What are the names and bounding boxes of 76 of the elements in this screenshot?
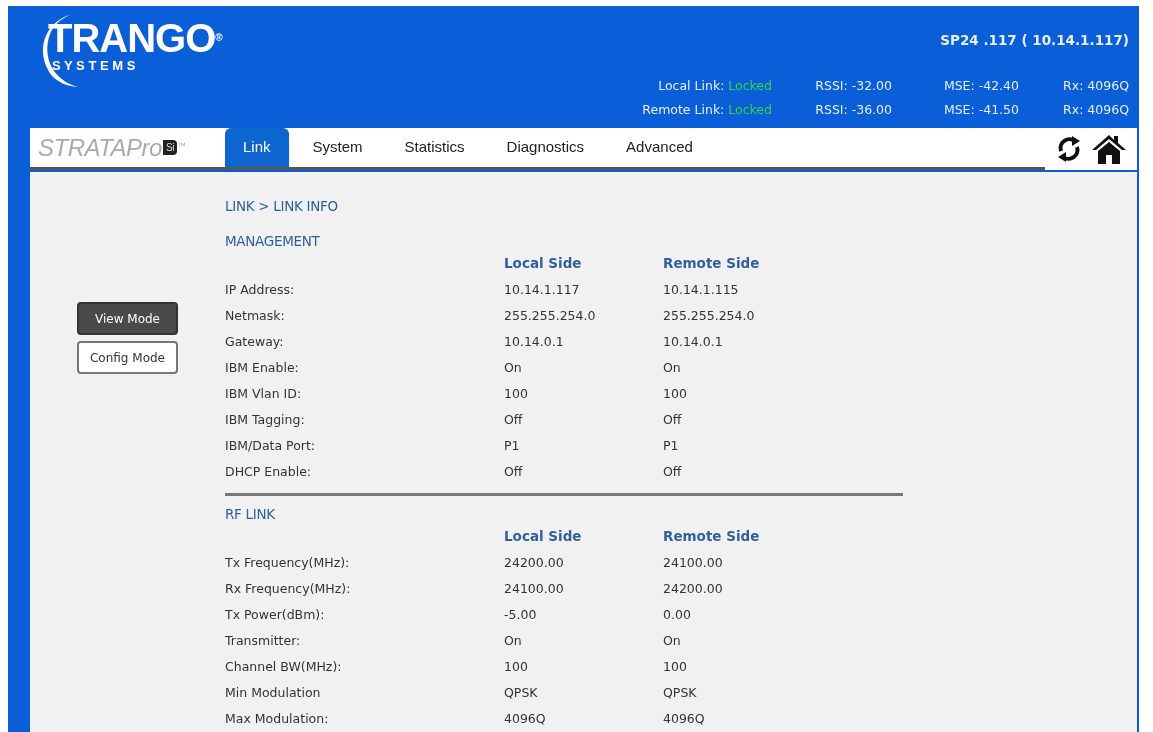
field-value: P1: [663, 437, 679, 453]
rssi-reading: RSSI: -36.00: [815, 102, 892, 118]
device-title: SP24 .117 ( 10.14.1.117): [940, 31, 1129, 50]
mode-button[interactable]: Config Mode: [77, 341, 178, 375]
field-value: QPSK: [663, 685, 697, 700]
link-status: Locked: [728, 102, 772, 118]
field-label: IBM Vlan ID:: [225, 385, 302, 401]
field-value: 10.14.1.117: [504, 281, 580, 297]
field-label: Netmask:: [225, 307, 285, 323]
nav-tab[interactable]: Link: [225, 128, 289, 168]
rx-reading: Rx: 4096Q: [1063, 102, 1129, 118]
field-label: DHCP Enable:: [225, 463, 312, 479]
product-name: STRATAPro: [38, 132, 162, 163]
field-label: IBM/Data Port:: [225, 437, 316, 453]
nav-tab[interactable]: Statistics: [386, 128, 483, 168]
field-value: On: [663, 359, 681, 375]
field-value: 24200.00: [504, 555, 564, 570]
field-value: 10.14.0.1: [663, 333, 723, 349]
logo-tagline: S Y S T E M S: [52, 58, 137, 74]
section-title: RF LINK: [225, 504, 276, 524]
field-value: 0.00: [663, 607, 691, 622]
link-label: Local Link:: [658, 78, 726, 94]
mse-reading: MSE: -41.50: [943, 102, 1019, 118]
field-value: Off: [663, 463, 682, 479]
field-value: 100: [663, 385, 687, 401]
home-icon[interactable]: [1091, 133, 1127, 166]
mse-reading: MSE: -42.40: [943, 78, 1019, 94]
field-label: IP Address:: [225, 281, 295, 297]
nav-tab[interactable]: Diagnostics: [488, 128, 603, 168]
field-label: IBM Tagging:: [225, 411, 305, 427]
field-value: -5.00: [504, 607, 537, 622]
field-value: 100: [663, 659, 687, 674]
field-label: Channel BW(MHz):: [225, 659, 342, 674]
product-badge: Si: [162, 140, 177, 156]
rssi-reading: RSSI: -32.00: [815, 78, 892, 94]
breadcrumb-text: LINK > LINK INFO: [225, 197, 339, 217]
field-value: P1: [504, 437, 520, 453]
field-value: 255.255.254.0: [504, 307, 596, 323]
field-value: 10.14.1.115: [663, 281, 739, 297]
mode-button[interactable]: View Mode: [77, 302, 178, 336]
field-label: Transmitter:: [225, 633, 301, 648]
nav-tab[interactable]: System: [294, 128, 381, 168]
nav-tab[interactable]: Advanced: [608, 128, 711, 168]
field-value: 100: [504, 385, 528, 401]
trademark-mark: ™: [176, 140, 186, 153]
field-label: Tx Frequency(MHz):: [225, 555, 350, 570]
field-value: 255.255.254.0: [663, 307, 755, 323]
field-value: 4096Q: [504, 711, 546, 726]
field-value: On: [504, 359, 522, 375]
field-label: Min Modulation: [225, 685, 321, 700]
field-value: 24100.00: [663, 555, 723, 570]
field-value: 4096Q: [663, 711, 705, 726]
brand-logo-text: TRANGO®: [48, 18, 222, 58]
link-label: Remote Link:: [642, 102, 726, 118]
field-value: Off: [504, 411, 523, 427]
column-header: Local Side: [504, 254, 582, 271]
field-value: Off: [504, 463, 523, 479]
column-header: Local Side: [504, 528, 582, 544]
field-label: Tx Power(dBm):: [225, 607, 325, 622]
field-value: 24100.00: [504, 581, 564, 596]
field-label: Rx Frequency(MHz):: [225, 581, 351, 596]
field-value: 100: [504, 659, 528, 674]
section-title: MANAGEMENT: [225, 231, 321, 251]
field-label: Max Modulation:: [225, 711, 329, 726]
column-header: Remote Side: [663, 254, 760, 271]
link-status: Locked: [728, 78, 772, 94]
field-value: 10.14.0.1: [504, 333, 564, 349]
column-header: Remote Side: [663, 528, 760, 544]
field-value: Off: [663, 411, 682, 427]
field-label: Gateway:: [225, 333, 284, 349]
field-value: On: [504, 633, 522, 648]
field-value: QPSK: [504, 685, 538, 700]
rx-reading: Rx: 4096Q: [1063, 78, 1129, 94]
field-label: IBM Enable:: [225, 359, 299, 375]
field-value: On: [663, 633, 681, 648]
field-value: 24200.00: [663, 581, 723, 596]
